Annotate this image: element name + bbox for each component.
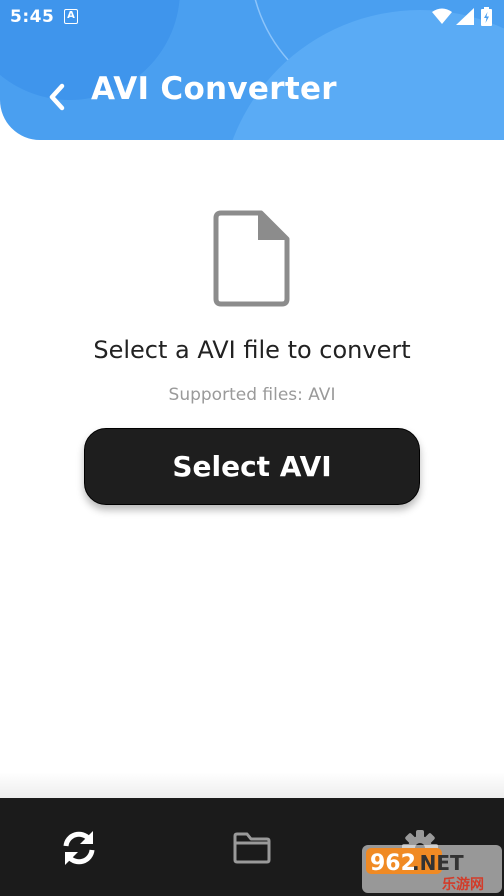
file-icon (213, 210, 290, 307)
signal-icon (456, 8, 474, 25)
a-icon: A (64, 9, 78, 24)
supported-files-text: Supported files: AVI (168, 385, 336, 405)
back-button[interactable] (40, 78, 74, 116)
chevron-left-icon (49, 83, 65, 111)
battery-icon (481, 7, 492, 26)
nav-convert-button[interactable] (55, 824, 103, 872)
svg-text:.NET: .NET (412, 851, 464, 875)
svg-text:962: 962 (370, 851, 416, 876)
watermark-logo: 962 .NET 乐游网 (362, 845, 502, 893)
status-time: 5:45 (10, 7, 55, 27)
app-screen: 5:45 A AVI Converter Select a AVI file t… (0, 0, 504, 896)
folder-icon (233, 832, 271, 864)
status-bar: 5:45 A (0, 0, 504, 34)
page-title: AVI Converter (91, 71, 337, 107)
bottom-shadow (0, 772, 504, 798)
select-prompt: Select a AVI file to convert (93, 336, 411, 364)
select-avi-button[interactable]: Select AVI (84, 428, 420, 505)
nav-files-button[interactable] (228, 824, 276, 872)
refresh-icon (63, 831, 95, 865)
header: 5:45 A AVI Converter (0, 0, 504, 140)
wifi-icon (432, 8, 452, 24)
svg-text:乐游网: 乐游网 (442, 876, 484, 893)
